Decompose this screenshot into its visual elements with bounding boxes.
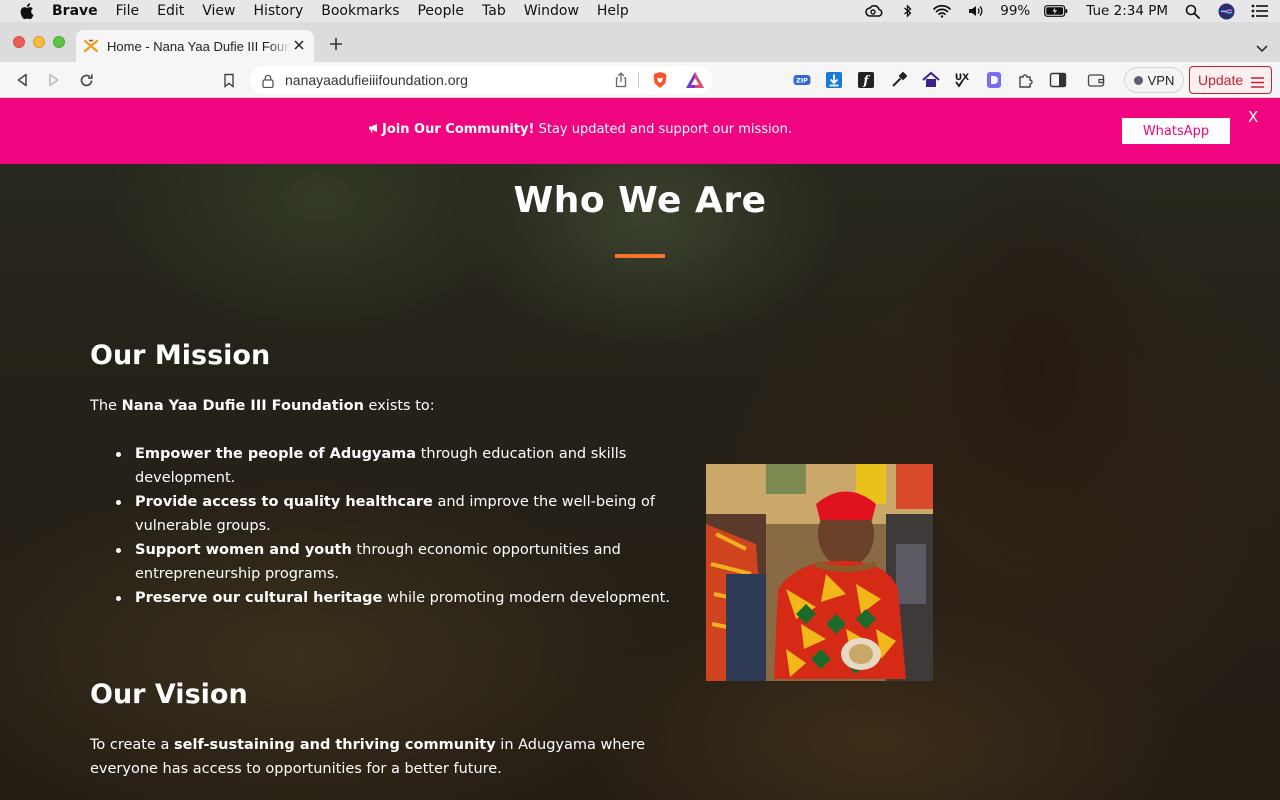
zip-extension-icon[interactable]: ZIP bbox=[792, 70, 812, 90]
list-item: Empower the people of Adugyama through e… bbox=[112, 442, 672, 490]
mission-intro: The Nana Yaa Dufie III Foundation exists… bbox=[90, 394, 650, 418]
goal-bold: Support women and youth bbox=[135, 542, 352, 558]
forward-button[interactable] bbox=[45, 71, 63, 89]
bluetooth-icon[interactable] bbox=[898, 3, 918, 19]
reload-button[interactable] bbox=[77, 71, 95, 89]
window-minimize-button[interactable] bbox=[33, 36, 45, 48]
bookmark-icon[interactable] bbox=[220, 71, 238, 89]
menu-edit[interactable]: Edit bbox=[157, 3, 184, 19]
home-extension-icon[interactable] bbox=[921, 70, 941, 90]
address-bar-divider bbox=[638, 72, 639, 88]
macos-menu-bar: Brave File Edit View History Bookmarks P… bbox=[0, 0, 1280, 22]
megaphone-icon bbox=[368, 122, 380, 133]
mission-heading: Our Mission bbox=[90, 340, 271, 371]
mission-intro-prefix: The bbox=[90, 398, 122, 414]
vpn-label: VPN bbox=[1147, 72, 1175, 88]
promo-text: Stay updated and support our mission. bbox=[534, 122, 792, 137]
extensions-puzzle-icon[interactable] bbox=[1016, 70, 1036, 90]
goal-bold: Provide access to quality healthcare bbox=[135, 494, 433, 510]
menu-view[interactable]: View bbox=[202, 3, 235, 19]
brave-rewards-icon[interactable] bbox=[685, 71, 705, 89]
list-item: Provide access to quality healthcare and… bbox=[112, 490, 672, 538]
hamburger-menu-icon[interactable] bbox=[1251, 75, 1264, 88]
window-close-button[interactable] bbox=[13, 36, 25, 48]
promo-close-button[interactable]: X bbox=[1248, 108, 1258, 126]
siri-icon[interactable] bbox=[1216, 3, 1236, 19]
url-text[interactable]: nanayaadufieiiifoundation.org bbox=[285, 72, 468, 88]
vpn-button[interactable]: VPN bbox=[1124, 67, 1184, 93]
promo-banner: Join Our Community! Stay updated and sup… bbox=[0, 98, 1280, 164]
update-label: Update bbox=[1198, 72, 1244, 88]
wallet-icon[interactable] bbox=[1086, 70, 1106, 90]
volume-icon[interactable] bbox=[966, 3, 986, 19]
d-extension-icon[interactable] bbox=[984, 70, 1004, 90]
mission-goals-list: Empower the people of Adugyama through e… bbox=[112, 442, 672, 610]
vision-text: To create a self-sustaining and thriving… bbox=[90, 733, 670, 781]
tab-strip: Home - Nana Yaa Dufie III Foundation bbox=[0, 22, 1280, 62]
wifi-icon[interactable] bbox=[932, 3, 952, 19]
back-button[interactable] bbox=[13, 71, 31, 89]
menu-people[interactable]: People bbox=[417, 3, 464, 19]
promo-message: Join Our Community! Stay updated and sup… bbox=[0, 122, 1160, 137]
color-picker-extension-icon[interactable] bbox=[889, 70, 909, 90]
update-button[interactable]: Update bbox=[1189, 66, 1272, 94]
ux-extension-icon[interactable]: UX bbox=[952, 70, 972, 90]
tab-close-icon[interactable] bbox=[292, 38, 306, 52]
foundation-name: Nana Yaa Dufie III Foundation bbox=[121, 398, 364, 414]
new-tab-button[interactable] bbox=[328, 36, 344, 52]
menu-file[interactable]: File bbox=[116, 3, 139, 19]
title-underline bbox=[615, 254, 665, 258]
mission-intro-suffix: exists to: bbox=[363, 398, 435, 414]
address-bar[interactable]: nanayaadufieiiifoundation.org bbox=[250, 66, 713, 94]
vision-prefix: To create a bbox=[90, 737, 175, 753]
creative-cloud-icon[interactable] bbox=[864, 3, 884, 19]
vision-heading: Our Vision bbox=[90, 679, 248, 710]
goal-bold: Preserve our cultural heritage bbox=[135, 590, 383, 606]
vpn-status-icon bbox=[1133, 75, 1143, 85]
menu-help[interactable]: Help bbox=[597, 3, 629, 19]
promo-headline: Join Our Community! bbox=[382, 122, 535, 137]
goal-bold: Empower the people of Adugyama bbox=[135, 446, 417, 462]
menu-clock[interactable]: Tue 2:34 PM bbox=[1086, 3, 1168, 19]
tab-active[interactable]: Home - Nana Yaa Dufie III Foundation bbox=[76, 30, 314, 62]
download-extension-icon[interactable] bbox=[824, 70, 844, 90]
apple-logo-icon[interactable] bbox=[20, 3, 36, 19]
battery-charging-icon[interactable] bbox=[1044, 3, 1068, 19]
whatsapp-button[interactable]: WhatsApp bbox=[1122, 118, 1230, 144]
queen-mother-portrait bbox=[706, 464, 933, 681]
foundation-favicon-icon bbox=[84, 39, 98, 53]
menu-window[interactable]: Window bbox=[524, 3, 579, 19]
list-item: Preserve our cultural heritage while pro… bbox=[112, 586, 672, 610]
brave-shields-icon[interactable] bbox=[651, 71, 669, 89]
vision-bold: self-sustaining and thriving community bbox=[174, 737, 496, 753]
lock-icon[interactable] bbox=[262, 73, 274, 89]
share-icon[interactable] bbox=[614, 72, 628, 88]
section-title: Who We Are bbox=[513, 180, 767, 221]
sidebar-toggle-icon[interactable] bbox=[1048, 70, 1068, 90]
tab-title: Home - Nana Yaa Dufie III Foundation bbox=[107, 38, 291, 54]
spotlight-search-icon[interactable] bbox=[1182, 3, 1202, 19]
menu-bookmarks[interactable]: Bookmarks bbox=[321, 3, 399, 19]
battery-percent: 99% bbox=[1000, 3, 1031, 19]
goal-text: while promoting modern development. bbox=[382, 590, 670, 606]
menu-app-brave[interactable]: Brave bbox=[52, 3, 98, 19]
list-item: Support women and youth through economic… bbox=[112, 538, 672, 586]
page-viewport: Join Our Community! Stay updated and sup… bbox=[0, 98, 1280, 800]
browser-toolbar: nanayaadufieiiifoundation.org ZIP f 18 U… bbox=[0, 62, 1280, 154]
svg-text:ZIP: ZIP bbox=[796, 77, 808, 85]
control-center-icon[interactable] bbox=[1250, 3, 1270, 19]
menu-tab[interactable]: Tab bbox=[482, 3, 506, 19]
window-fullscreen-button[interactable] bbox=[53, 36, 65, 48]
font-extension-icon[interactable]: f bbox=[856, 70, 876, 90]
menu-history[interactable]: History bbox=[253, 3, 303, 19]
tab-search-chevron-icon[interactable] bbox=[1256, 38, 1268, 53]
